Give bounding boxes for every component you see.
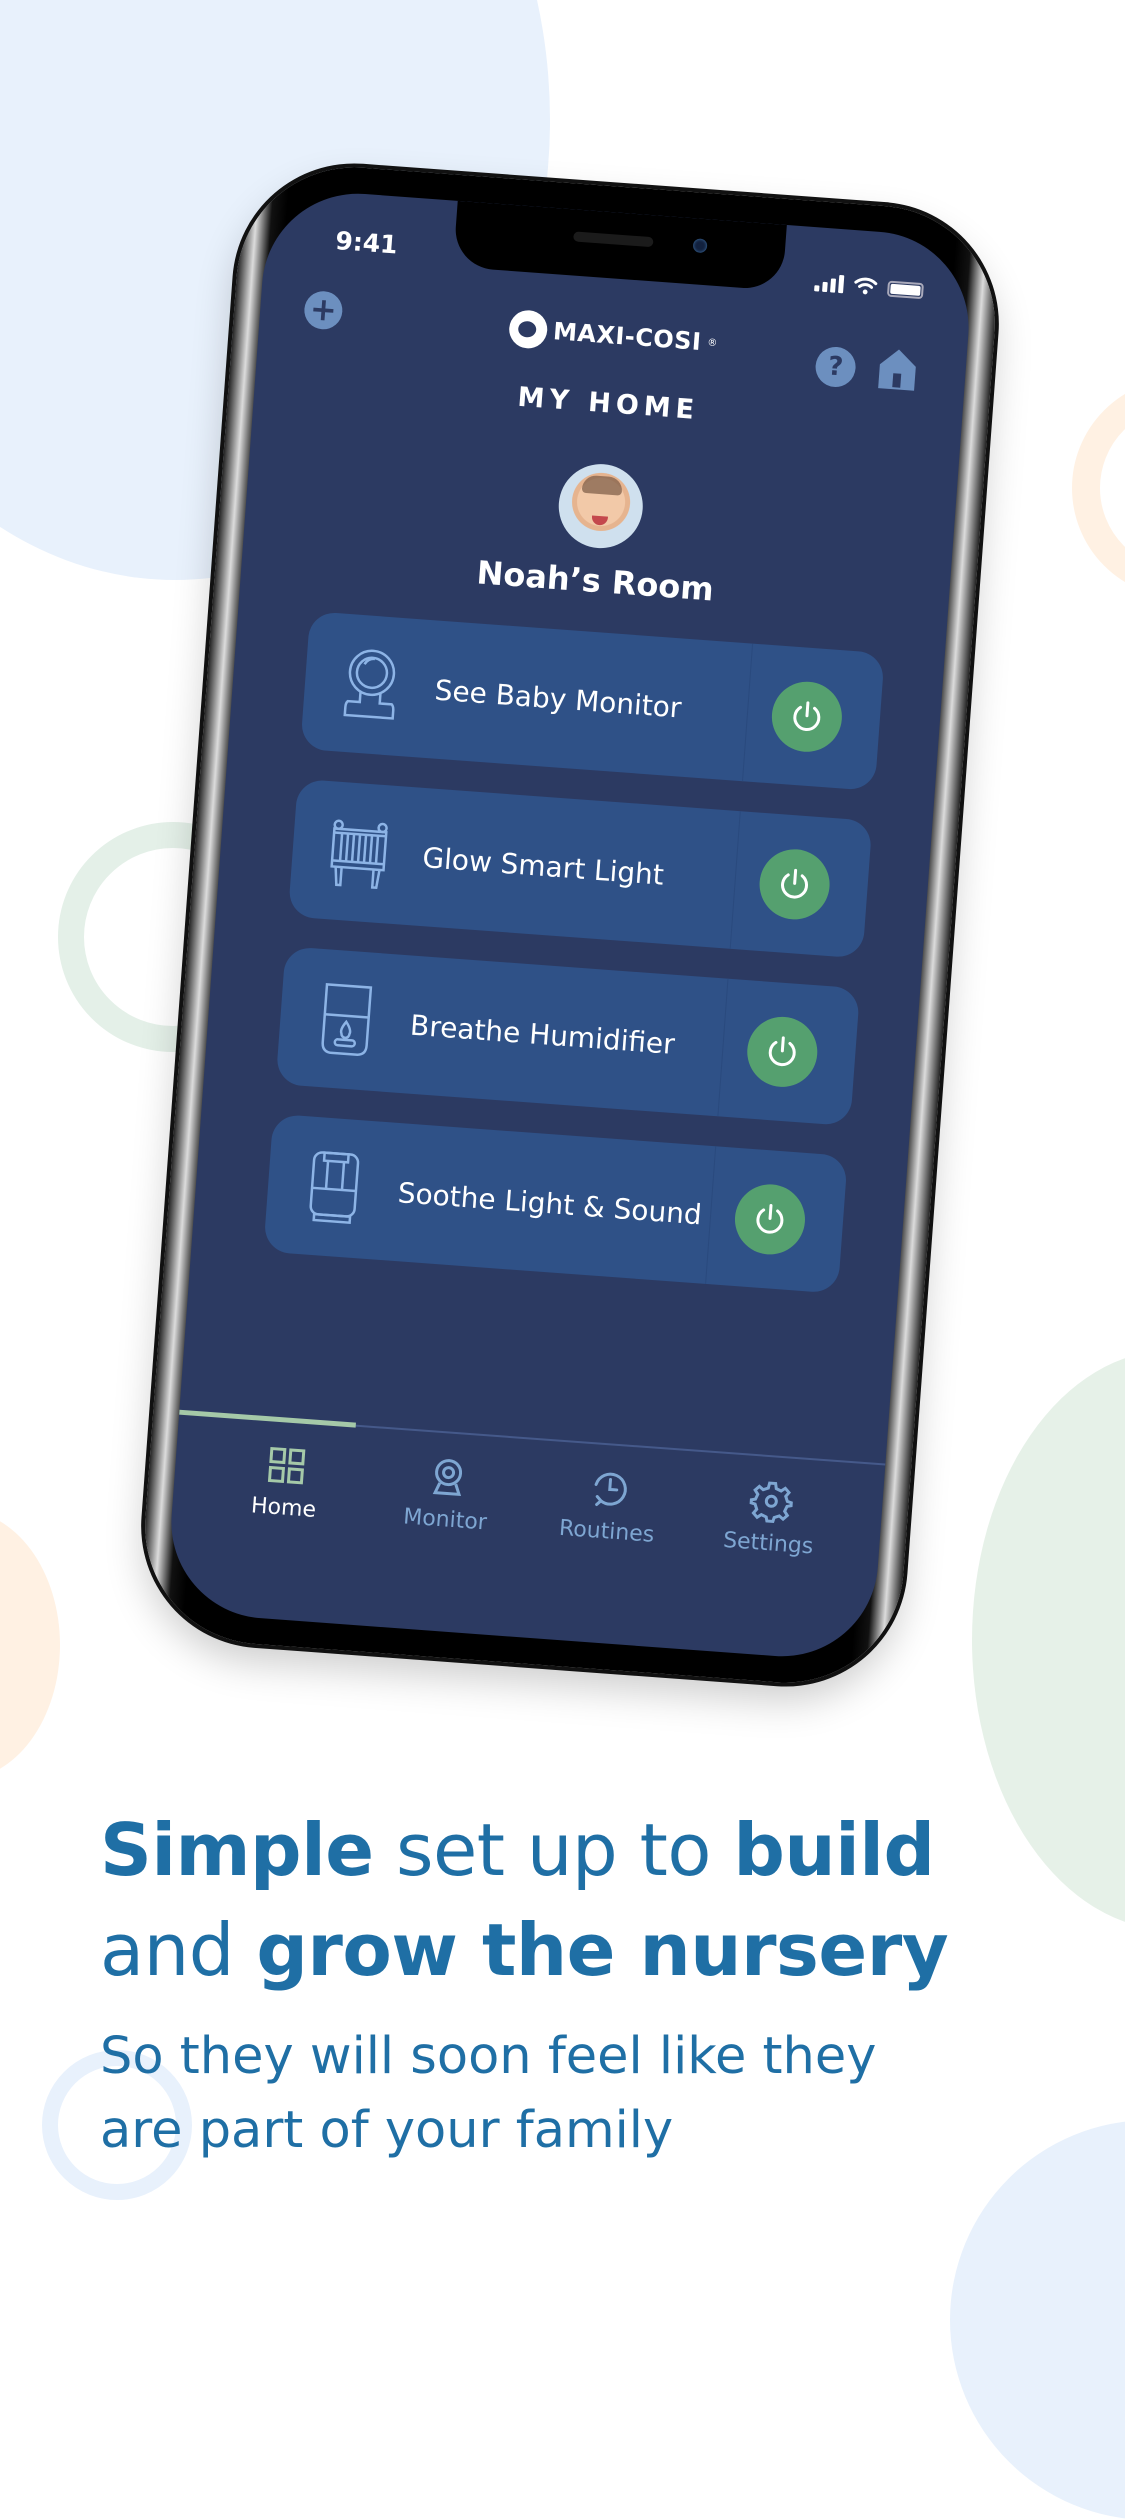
- signal-icon: [814, 273, 845, 294]
- tab-label: Routines: [558, 1515, 656, 1548]
- power-icon: [793, 701, 821, 732]
- headline-bold: build: [733, 1808, 935, 1892]
- tab-label: Home: [250, 1493, 317, 1523]
- phone-mockup: 9:41 + MAXI-COSI ® ? MY HOME Noah’s Room …: [136, 159, 1004, 1691]
- device-card-glow-smart-light[interactable]: Glow Smart Light: [287, 778, 873, 959]
- page-title: MY HOME: [516, 381, 701, 427]
- subline-line: are part of your family: [100, 2101, 674, 2160]
- decor-ring: [1072, 378, 1125, 598]
- headline-regular: set up to: [373, 1808, 734, 1892]
- webcam-icon: [432, 1459, 463, 1497]
- help-button[interactable]: ?: [814, 345, 857, 389]
- humidifier-icon: [321, 983, 373, 1056]
- power-button[interactable]: [732, 1181, 808, 1257]
- clock-history-icon: [594, 1472, 627, 1507]
- headline-bold: grow the nursery: [256, 1908, 949, 1992]
- device-label: Breathe Humidifier: [409, 1008, 676, 1061]
- device-label: Glow Smart Light: [421, 840, 666, 892]
- registered-mark: ®: [706, 337, 718, 349]
- tab-settings[interactable]: Settings: [687, 1473, 854, 1562]
- power-icon: [768, 1036, 796, 1067]
- tab-home[interactable]: Home: [202, 1438, 369, 1527]
- active-tab-indicator: [179, 1409, 356, 1428]
- power-icon: [781, 868, 808, 899]
- device-card-breathe-humidifier[interactable]: Breathe Humidifier: [275, 946, 861, 1127]
- wifi-icon: [854, 277, 878, 295]
- speaker-icon: [309, 1151, 360, 1224]
- device-list: See Baby Monitor Glow Smart Light Breath…: [263, 611, 885, 1294]
- device-card-baby-monitor[interactable]: See Baby Monitor: [300, 611, 885, 791]
- maxi-cosi-logo-icon: [507, 308, 549, 350]
- question-icon: ?: [826, 351, 845, 383]
- promo-headline: Simple set up to build and grow the nurs…: [100, 1800, 1060, 2000]
- power-button[interactable]: [744, 1014, 820, 1090]
- headline-bold: Simple: [100, 1808, 374, 1892]
- status-icons: [814, 273, 924, 300]
- power-button[interactable]: [769, 679, 845, 755]
- decor-circle: [0, 1510, 60, 1780]
- room-name: Noah’s Room: [475, 553, 716, 609]
- battery-icon: [886, 280, 924, 300]
- crib-icon: [330, 819, 388, 890]
- room-avatar[interactable]: [555, 461, 646, 552]
- promo-subline: So they will soon feel like they are par…: [100, 2020, 1060, 2168]
- decor-circle: [950, 2120, 1125, 2520]
- power-button[interactable]: [757, 846, 833, 922]
- tab-monitor[interactable]: Monitor: [363, 1450, 530, 1539]
- add-button[interactable]: +: [303, 289, 344, 331]
- front-camera: [692, 238, 708, 254]
- grid-icon: [267, 1446, 306, 1485]
- app-screen: 9:41 + MAXI-COSI ® ? MY HOME Noah’s Room …: [164, 186, 976, 1664]
- device-card-soothe-light-sound[interactable]: Soothe Light & Sound: [263, 1113, 848, 1294]
- tab-label: Monitor: [402, 1504, 488, 1536]
- plus-icon: +: [308, 289, 339, 330]
- tab-routines[interactable]: Routines: [525, 1462, 692, 1551]
- gear-icon: [749, 1481, 793, 1524]
- status-time: 9:41: [334, 226, 399, 260]
- house-icon[interactable]: [876, 346, 919, 393]
- headline-regular: and: [100, 1908, 257, 1992]
- brand-logo: MAXI-COSI ®: [507, 308, 719, 362]
- brand-name: MAXI-COSI: [552, 317, 703, 357]
- power-icon: [756, 1203, 784, 1234]
- camera-monitor-icon: [343, 649, 396, 720]
- speaker-grille: [573, 231, 654, 248]
- device-label: See Baby Monitor: [433, 673, 683, 725]
- device-label: Soothe Light & Sound: [396, 1175, 703, 1231]
- tab-label: Settings: [722, 1527, 815, 1560]
- subline-line: So they will soon feel like they: [100, 2027, 877, 2086]
